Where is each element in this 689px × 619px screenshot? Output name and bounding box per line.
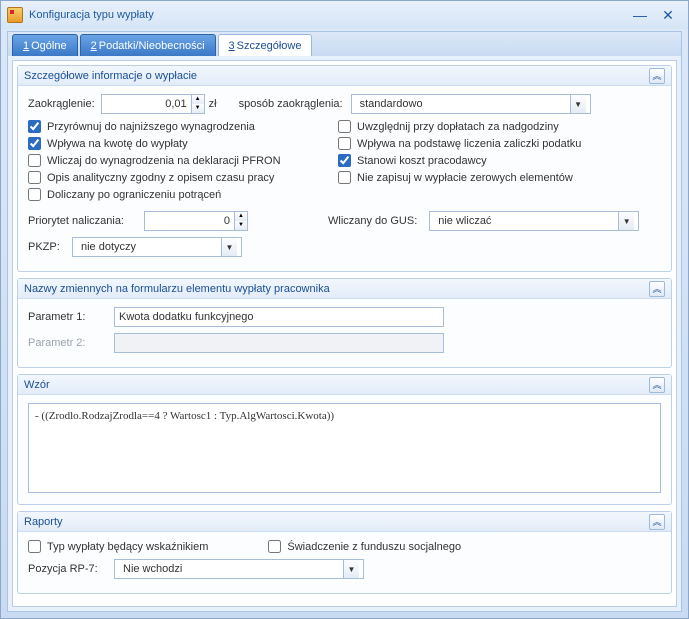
group-detail-title: Szczegółowe informacje o wypłacie	[24, 70, 197, 82]
tab-podatki[interactable]: 2Podatki/Nieobecności	[80, 34, 216, 56]
tab-ogolne[interactable]: 1Ogólne	[12, 34, 78, 56]
chk-min-wage[interactable]: Przyrównuj do najniższego wynagrodzenia	[28, 120, 328, 133]
rounding-label: Zaokrąglenie:	[28, 98, 95, 110]
pkzp-value: nie dotyczy	[77, 241, 221, 253]
priority-input[interactable]: ▲▼	[144, 211, 248, 231]
chk-analytic-desc[interactable]: Opis analityczny zgodny z opisem czasu p…	[28, 171, 328, 184]
group-reports-title: Raporty	[24, 516, 63, 528]
rounding-input[interactable]: ▲▼	[101, 94, 205, 114]
rounding-mode-select[interactable]: standardowo ▼	[351, 94, 591, 114]
chk-indicator[interactable]: Typ wypłaty będący wskaźnikiem	[28, 540, 208, 553]
chevron-down-icon[interactable]: ▼	[618, 212, 634, 230]
app-icon	[7, 7, 23, 23]
gus-label: Wliczany do GUS:	[328, 215, 417, 227]
window-title: Konfiguracja typu wypłaty	[29, 9, 154, 21]
chevron-down-icon[interactable]: ▼	[221, 238, 237, 256]
rounding-unit: zł	[209, 98, 217, 110]
param2-input	[114, 333, 444, 353]
param1-label: Parametr 1:	[28, 311, 108, 323]
rp7-label: Pozycja RP-7:	[28, 563, 108, 575]
collapse-toggle-icon[interactable]: ︽	[649, 377, 665, 393]
param1-input[interactable]	[114, 307, 444, 327]
collapse-toggle-icon[interactable]: ︽	[649, 281, 665, 297]
rounding-mode-value: standardowo	[356, 98, 570, 110]
priority-value[interactable]	[144, 211, 234, 231]
chk-overtime[interactable]: Uwzględnij przy dopłatach za nadgodziny	[338, 120, 658, 133]
group-detail: Szczegółowe informacje o wypłacie ︽ Zaok…	[17, 65, 672, 272]
spin-down-icon[interactable]: ▼	[235, 221, 247, 230]
minimize-button[interactable]: —	[626, 5, 654, 25]
formula-textarea[interactable]	[28, 403, 661, 493]
rp7-select[interactable]: Nie wchodzi ▼	[114, 559, 364, 579]
tab-strip: 1Ogólne 2Podatki/Nieobecności 3Szczegóło…	[8, 32, 681, 56]
chk-payout-amount[interactable]: Wpływa na kwotę do wypłaty	[28, 137, 328, 150]
priority-label: Priorytet naliczania:	[28, 215, 138, 227]
spin-up-icon[interactable]: ▲	[235, 212, 247, 221]
rp7-value: Nie wchodzi	[119, 563, 343, 575]
collapse-toggle-icon[interactable]: ︽	[649, 68, 665, 84]
chk-skip-zero[interactable]: Nie zapisuj w wypłacie zerowych elementó…	[338, 171, 658, 184]
content-panel: Szczegółowe informacje o wypłacie ︽ Zaok…	[12, 60, 677, 607]
rounding-value[interactable]	[101, 94, 191, 114]
titlebar: Konfiguracja typu wypłaty — ✕	[1, 1, 688, 29]
pkzp-label: PKZP:	[28, 241, 66, 253]
chevron-down-icon[interactable]: ▼	[570, 95, 586, 113]
spin-down-icon[interactable]: ▼	[192, 104, 204, 113]
client-area: 1Ogólne 2Podatki/Nieobecności 3Szczegóło…	[7, 31, 682, 612]
chk-social-fund[interactable]: Świadczenie z funduszu socjalnego	[268, 540, 461, 553]
rounding-mode-label: sposób zaokrąglenia:	[239, 98, 343, 110]
group-formula-header: Wzór ︽	[18, 375, 671, 395]
group-variables-title: Nazwy zmiennych na formularzu elementu w…	[24, 283, 330, 295]
chk-employer-cost[interactable]: Stanowi koszt pracodawcy	[338, 154, 658, 167]
pkzp-select[interactable]: nie dotyczy ▼	[72, 237, 242, 257]
group-variables: Nazwy zmiennych na formularzu elementu w…	[17, 278, 672, 368]
group-reports-header: Raporty ︽	[18, 512, 671, 532]
chk-after-deductions[interactable]: Doliczany po ograniczeniu potrąceń	[28, 188, 328, 201]
chevron-down-icon[interactable]: ▼	[343, 560, 359, 578]
spin-up-icon[interactable]: ▲	[192, 95, 204, 104]
chk-pfron[interactable]: Wliczaj do wynagrodzenia na deklaracji P…	[28, 154, 328, 167]
chk-tax-base[interactable]: Wpływa na podstawę liczenia zaliczki pod…	[338, 137, 658, 150]
group-variables-header: Nazwy zmiennych na formularzu elementu w…	[18, 279, 671, 299]
group-formula-title: Wzór	[24, 379, 50, 391]
window: Konfiguracja typu wypłaty — ✕ 1Ogólne 2P…	[0, 0, 689, 619]
gus-value: nie wliczać	[434, 215, 618, 227]
close-button[interactable]: ✕	[654, 5, 682, 25]
param2-label: Parametr 2:	[28, 337, 108, 349]
gus-select[interactable]: nie wliczać ▼	[429, 211, 639, 231]
tab-szczegolowe[interactable]: 3Szczegółowe	[218, 34, 313, 56]
group-reports: Raporty ︽ Typ wypłaty będący wskaźnikiem…	[17, 511, 672, 594]
collapse-toggle-icon[interactable]: ︽	[649, 514, 665, 530]
group-formula: Wzór ︽	[17, 374, 672, 505]
group-detail-header: Szczegółowe informacje o wypłacie ︽	[18, 66, 671, 86]
